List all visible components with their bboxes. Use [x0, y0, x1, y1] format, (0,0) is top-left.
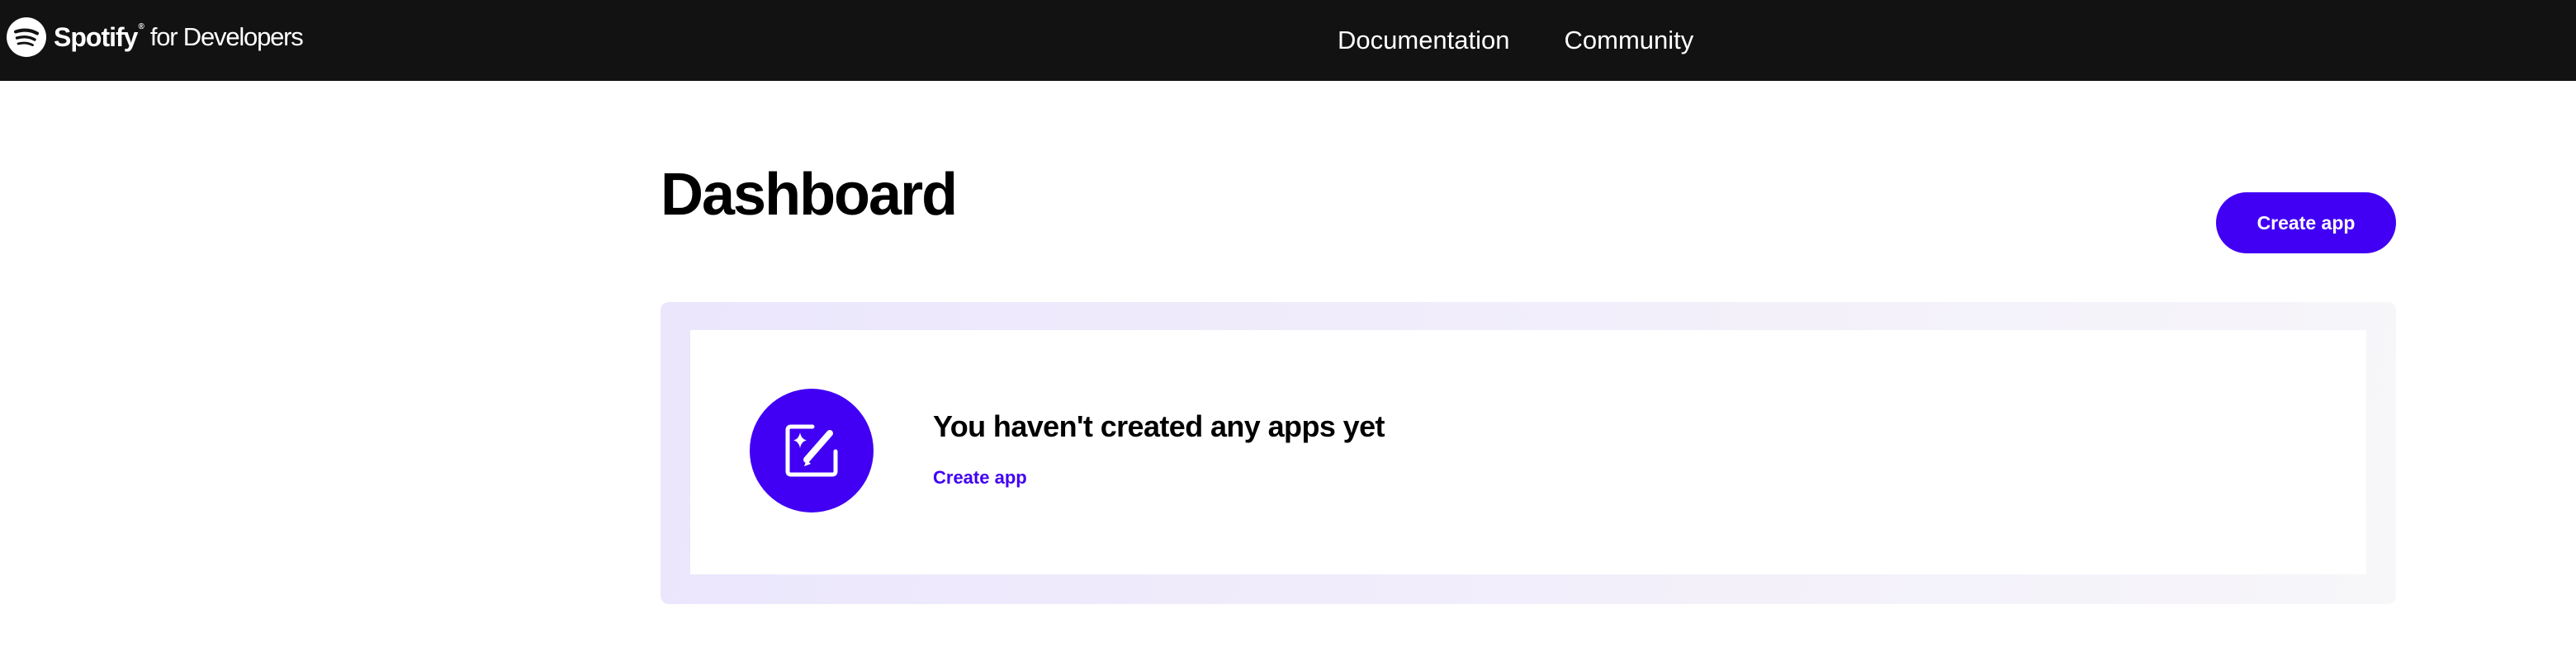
nav-link-community[interactable]: Community [1565, 26, 1694, 55]
spotify-for-developers-logo-link[interactable]: Spotify® for Developers [7, 17, 304, 58]
spotify-logo-icon [7, 17, 46, 57]
nav-link-documentation[interactable]: Documentation [1338, 26, 1510, 55]
empty-state-card: You haven't created any apps yet Create … [690, 330, 2366, 574]
edit-sparkle-icon [785, 424, 838, 477]
main-navigation: Documentation Community [1338, 0, 1748, 81]
empty-state-title: You haven't created any apps yet [933, 409, 1385, 443]
empty-state-create-app-link[interactable]: Create app [933, 467, 1027, 489]
create-app-button[interactable]: Create app [2216, 192, 2396, 253]
brand-name: Spotify® [54, 21, 144, 52]
page-title: Dashboard [661, 162, 958, 228]
brand-subtitle: for Developers [149, 22, 304, 51]
empty-state-icon-badge [750, 389, 874, 512]
empty-state-panel: You haven't created any apps yet Create … [661, 302, 2396, 604]
top-navigation-bar: Spotify® for Developers Documentation Co… [0, 0, 2576, 81]
